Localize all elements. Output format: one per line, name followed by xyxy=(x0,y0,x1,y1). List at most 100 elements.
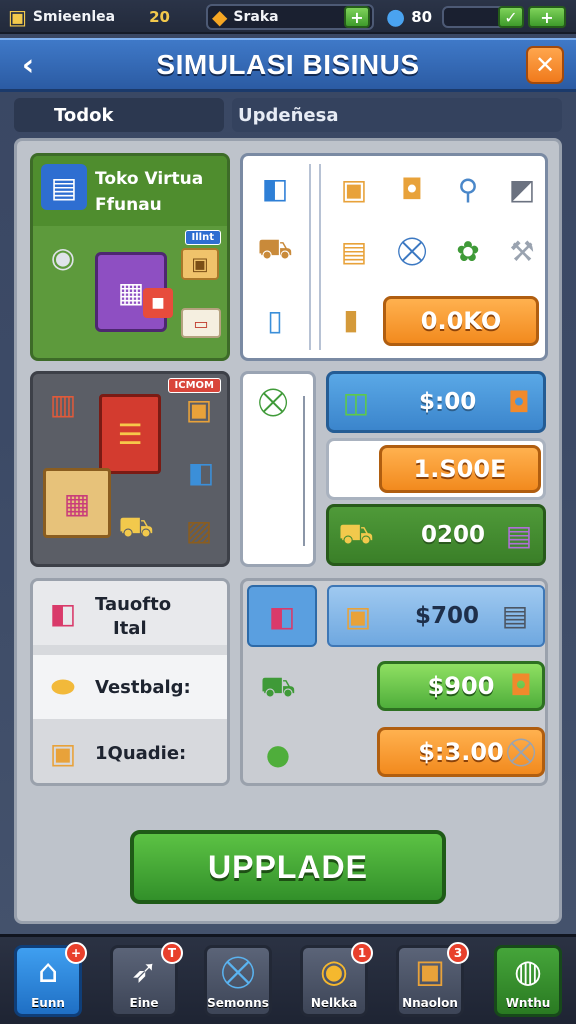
shop-title: Toko Virtua Ffunau xyxy=(95,166,203,218)
capsule-icon: ⬬ xyxy=(51,670,75,703)
resource-2: ◆ Sraka + xyxy=(206,4,374,30)
register-small-icon[interactable]: ▤ xyxy=(331,228,377,274)
basket-icon: ⛒ xyxy=(221,952,255,990)
bin-icon: ◫ xyxy=(342,385,370,419)
back-button[interactable]: ‹ xyxy=(10,47,46,83)
nav-nnaolon-label: Nnaolon xyxy=(402,996,458,1010)
storage-panel[interactable]: ICMOM ▥ ☰ ▣ ▦ ◧ ⛟ ▨ xyxy=(30,371,230,567)
scroll-rail[interactable] xyxy=(303,396,305,546)
offers-row-2[interactable]: ⛟ $900 ◘ xyxy=(243,657,545,721)
resource-3: ● 80 ✓ + xyxy=(386,4,568,30)
gold-cube-icon: ◆ xyxy=(212,5,228,29)
roll-icon: ◉ xyxy=(50,240,76,274)
offer-row-3[interactable]: ⛟ 0200 ▤ xyxy=(326,504,546,566)
shop-panel[interactable]: ▤ Toko Virtua Ffunau Illnt ◉ ▦ ▣ ▭ ■ xyxy=(30,153,230,361)
nav-nelkka-badge: 1 xyxy=(351,942,373,964)
nav-wnthu[interactable]: ◍ Wnthu xyxy=(494,945,562,1017)
upgrade-button[interactable]: UPPLADE xyxy=(130,830,446,904)
pink-box-icon: ◧ xyxy=(49,596,77,630)
register-icon: ▤ xyxy=(501,598,529,632)
divider xyxy=(309,164,311,350)
shop-title-line1: Toko Virtua xyxy=(95,169,204,189)
offer-row-1[interactable]: ◫ $:00 ◘ xyxy=(326,371,546,433)
offer-row-2-button[interactable]: 1.S00E xyxy=(379,445,541,493)
resource-1-value: 20 xyxy=(149,8,170,26)
basket-icon: ▨ xyxy=(185,513,213,547)
nav-nnaolon[interactable]: ▣ Nnaolon 3 xyxy=(396,942,469,1017)
green-cart-icon: ⛒ xyxy=(258,385,288,418)
stats-row-2-label: Vestbalg: xyxy=(95,677,191,698)
storage-tag: ICMOM xyxy=(167,378,221,393)
stats-panel: ◧ Tauofto Ital ⬬ Vestbalg: ▣ 1Quadie: xyxy=(30,578,230,786)
offer-row-2: 1.S00E xyxy=(326,438,546,500)
stats-row-1-label: Tauofto Ital xyxy=(95,593,171,641)
paper-icon: ▭ xyxy=(181,308,221,338)
offers-row-1-price: $700 xyxy=(415,603,480,629)
add-resource-3-button[interactable]: + xyxy=(528,6,566,28)
nav-semonns-label: Semonns xyxy=(207,996,269,1010)
box-icon: ▣ xyxy=(181,248,219,280)
crate-icon: ▣ xyxy=(49,736,77,770)
page-title: SIMULASI BISINUS xyxy=(156,49,420,80)
box-icon: ▣ xyxy=(185,392,213,426)
nav-nelkka-label: Nelkka xyxy=(310,996,358,1010)
tab-todok[interactable]: Todok xyxy=(14,98,224,132)
stats-row-1-line1: Tauofto xyxy=(95,594,172,615)
apple-icon: ● xyxy=(265,737,291,771)
shop-title-line2: Ffunau xyxy=(95,195,162,215)
catalog-buy-button[interactable]: 0.0KO xyxy=(383,296,539,346)
shelf-icon: ☰ xyxy=(99,394,161,474)
food-cart-icon: ⛟ xyxy=(338,516,374,550)
nav-eunn-label: Eunn xyxy=(31,996,65,1010)
stats-row-3-label: 1Quadie: xyxy=(95,743,187,764)
check-icon[interactable]: ✓ xyxy=(498,6,524,28)
stats-row-3: ▣ 1Quadie: xyxy=(33,721,227,783)
nav-semonns[interactable]: ⛒ Semonns xyxy=(204,945,272,1017)
chest-icon: ▥ xyxy=(49,387,77,421)
nav-eunn[interactable]: ⌂ Eunn + xyxy=(14,942,87,1017)
nav-eunn-badge: + xyxy=(65,942,87,964)
resource-1: ▣ Smieenlea 20 xyxy=(8,4,170,30)
nav-eine-badge: T xyxy=(161,942,183,964)
wrench-icon[interactable]: ⚲ xyxy=(445,166,491,212)
cube-icon: ▣ xyxy=(8,5,27,29)
shop-tag: Illnt xyxy=(184,230,221,245)
plant-icon[interactable]: ✿ xyxy=(445,228,491,274)
cup-icon[interactable]: ▯ xyxy=(255,298,295,342)
blue-crate-icon: ◧ xyxy=(187,455,215,489)
green-cart-icon: ⛟ xyxy=(260,669,296,703)
cart-slot-panel[interactable]: ⛒ xyxy=(240,371,316,567)
resource-2-label: Sraka xyxy=(233,9,279,25)
cart-icon[interactable]: ⛟ xyxy=(255,230,295,270)
basket-cart-icon[interactable]: ⛒ xyxy=(389,228,435,274)
blue-box-icon[interactable]: ◧ xyxy=(255,168,295,208)
nav-eine[interactable]: ➶ Eine T xyxy=(110,942,183,1017)
gray-box-icon[interactable]: ◩ xyxy=(499,166,545,212)
nav-nelkka[interactable]: ◉ Nelkka 1 xyxy=(300,942,373,1017)
bag-icon[interactable]: ◘ xyxy=(389,166,435,212)
red-box-icon: ■ xyxy=(143,288,173,318)
nav-eine-label: Eine xyxy=(129,996,159,1010)
resource-3-value: 80 xyxy=(411,8,433,26)
tool-icon[interactable]: ⚒ xyxy=(499,228,545,274)
offers-row-1[interactable]: ◧ ▣ $700 ▤ xyxy=(243,585,545,649)
divider xyxy=(319,164,321,350)
offers-row-3[interactable]: ● $:3.00 ⛒ xyxy=(243,723,545,783)
bag-icon: ◘ xyxy=(509,668,533,702)
globe-icon: ◍ xyxy=(514,952,542,990)
stats-row-1-line2: Ital xyxy=(113,618,147,639)
nav-nnaolon-badge: 3 xyxy=(447,942,469,964)
offer-row-1-price: $:00 xyxy=(419,389,477,415)
cart-small-icon: ⛟ xyxy=(118,509,154,543)
resource-bar: ▣ Smieenlea 20 ◆ Sraka + ● 80 ✓ + xyxy=(0,0,576,34)
add-resource-2-button[interactable]: + xyxy=(344,6,370,28)
resource-1-label: Smieenlea xyxy=(32,9,116,25)
register-icon: ▤ xyxy=(41,164,87,210)
offer-row-3-price: 0200 xyxy=(421,522,486,548)
bottle-icon[interactable]: ▮ xyxy=(331,292,371,346)
stall-icon: ▦ xyxy=(43,468,111,538)
tab-updenesa[interactable]: Updeñesa xyxy=(232,98,562,132)
close-button[interactable]: ✕ xyxy=(526,46,564,84)
crate-icon[interactable]: ▣ xyxy=(331,166,377,212)
bottom-nav: ⌂ Eunn + ➶ Eine T ⛒ Semonns ◉ Nelkka 1 ▣… xyxy=(0,934,576,1024)
